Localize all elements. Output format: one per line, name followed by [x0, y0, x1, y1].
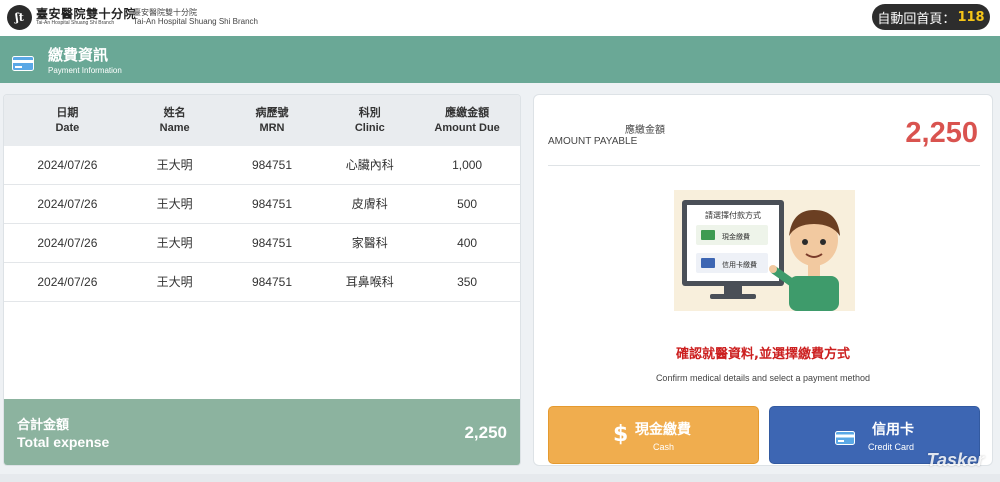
illus-option-cash: 現金繳費	[722, 232, 750, 241]
cell-date: 2024/07/26	[37, 235, 98, 250]
cell-date: 2024/07/26	[37, 157, 98, 172]
cell-name: 王大明	[156, 196, 193, 211]
divider	[548, 165, 980, 166]
card-button-label-en: Credit Card	[868, 442, 915, 452]
tasker-watermark: Tasker	[926, 450, 984, 470]
total-label-zh: 合計金額	[17, 418, 70, 433]
column-header-name: 姓名 Name	[159, 106, 190, 134]
confirm-instruction-zh: 確認就醫資料,並選擇繳費方式	[676, 347, 850, 362]
table-row: 2024/07/26 王大明 984751 皮膚科 500	[4, 185, 520, 224]
cell-amount: 400	[457, 235, 478, 250]
top-bar: ʃt 臺安醫院雙十分院 Tai-An Hospital Shuang Shi B…	[0, 0, 1000, 36]
auto-home-countdown[interactable]: 自動回首頁： 118	[872, 4, 990, 30]
cell-date: 2024/07/26	[37, 196, 98, 211]
column-header-date: 日期 Date	[55, 106, 80, 134]
branch-name-en: Tai-An Hospital Shuang Shi Branch	[133, 17, 258, 26]
illus-option-card: 信用卡繳費	[722, 260, 757, 269]
table-header: 日期 Date 姓名 Name 病歷號 MRN 科別 Clinic 應繳金額 Amount…	[4, 95, 520, 146]
cell-name: 王大明	[156, 157, 193, 172]
cell-clinic: 皮膚科	[351, 196, 388, 211]
amount-payable-label-en: AMOUNT PAYABLE	[548, 136, 638, 147]
cell-amount: 1,000	[452, 157, 483, 172]
bottom-strip	[0, 474, 1000, 482]
column-header-amount: 應繳金額 Amount Due	[434, 106, 500, 134]
countdown-value: 118	[957, 9, 985, 25]
hospital-logo-icon: ʃt	[7, 5, 32, 30]
table-footer-total: 合計金額 Total expense 2,250	[4, 399, 520, 465]
cell-mrn: 984751	[251, 196, 292, 211]
illus-screen-title: 請選擇付款方式	[705, 210, 761, 220]
cell-mrn: 984751	[251, 157, 292, 172]
cash-button-label-zh: 現金繳費	[635, 422, 691, 438]
cell-name: 王大明	[156, 274, 193, 289]
payment-method-illustration: 請選擇付款方式 現金繳費 信用卡繳費	[674, 190, 855, 311]
amount-payable-value: 2,250	[905, 117, 978, 149]
cell-name: 王大明	[156, 235, 193, 250]
confirm-instruction-en: Confirm medical details and select a pay…	[655, 373, 871, 383]
total-label-en: Total expense	[17, 434, 110, 450]
cell-mrn: 984751	[251, 274, 292, 289]
card-button-label-zh: 信用卡	[872, 422, 914, 438]
cell-amount: 350	[457, 274, 478, 289]
payment-panel: 應繳金額 AMOUNT PAYABLE 2,250 請選擇付款方式 現金繳費 信…	[533, 94, 993, 466]
cell-date: 2024/07/26	[37, 274, 98, 289]
hospital-name-en: Tai-An Hospital Shuang Shi Branch	[36, 20, 115, 26]
countdown-label: 自動回首頁：	[877, 11, 956, 27]
table-row: 2024/07/26 王大明 984751 家醫科 400	[4, 224, 520, 263]
cell-clinic: 家醫科	[351, 235, 388, 250]
total-amount: 2,250	[464, 423, 507, 442]
amount-payable-label-zh: 應繳金額	[625, 125, 665, 136]
cell-mrn: 984751	[251, 235, 292, 250]
credit-card-icon	[12, 56, 34, 71]
cell-clinic: 耳鼻喉科	[345, 274, 394, 289]
cell-clinic: 心臟內科	[345, 157, 394, 172]
dollar-icon: $	[613, 422, 629, 447]
table-row: 2024/07/26 王大明 984751 心臟內科 1,000	[4, 146, 520, 185]
page-subtitle: Payment Information	[48, 66, 122, 75]
page-title: 繳費資訊	[48, 46, 109, 64]
column-header-mrn: 病歷號 MRN	[255, 106, 289, 134]
billing-table: 日期 Date 姓名 Name 病歷號 MRN 科別 Clinic 應繳金額 Amount…	[3, 94, 521, 466]
table-row: 2024/07/26 王大明 984751 耳鼻喉科 350	[4, 263, 520, 302]
cash-payment-button[interactable]: $ 現金繳費 Cash	[548, 406, 759, 464]
section-header: 繳費資訊 Payment Information	[0, 36, 1000, 83]
cell-amount: 500	[457, 196, 478, 211]
cash-button-label-en: Cash	[653, 442, 675, 452]
column-header-clinic: 科別 Clinic	[354, 106, 385, 134]
credit-card-icon	[835, 431, 855, 445]
